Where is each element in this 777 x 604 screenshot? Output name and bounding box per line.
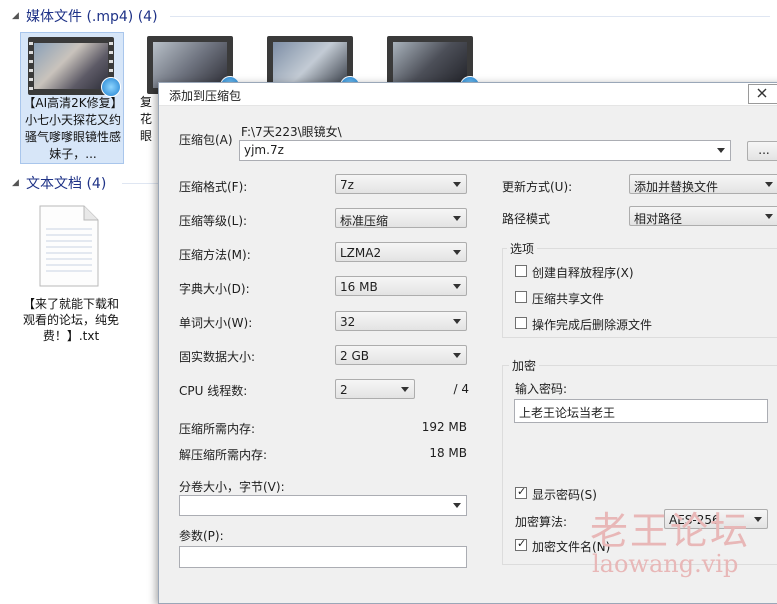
path-mode-value: 相对路径 bbox=[634, 212, 683, 226]
password-value: 上老王论坛当老王 bbox=[519, 406, 616, 420]
word-value: 32 bbox=[340, 315, 356, 329]
mem-decompress-label: 解压缩所需内存: bbox=[179, 448, 268, 462]
encrypt-names-checkbox[interactable] bbox=[515, 537, 527, 551]
chevron-down-icon bbox=[453, 353, 461, 358]
close-icon bbox=[757, 88, 767, 98]
password-label: 输入密码: bbox=[515, 382, 568, 396]
word-label: 单词大小(W): bbox=[179, 316, 253, 330]
dict-label: 字典大小(D): bbox=[179, 282, 250, 296]
sfx-label: 创建自释放程序(X) bbox=[532, 266, 634, 280]
show-password-label: 显示密码(S) bbox=[532, 488, 597, 502]
shared-checkbox[interactable] bbox=[515, 291, 527, 303]
show-password-checkbox[interactable] bbox=[515, 485, 527, 499]
close-button[interactable] bbox=[748, 84, 777, 104]
mem-compress-label: 压缩所需内存: bbox=[179, 422, 256, 436]
docs-group-title: 文本文档 (4) bbox=[26, 176, 107, 192]
cpu-label: CPU 线程数: bbox=[179, 384, 248, 398]
archive-name-value: yjm.7z bbox=[244, 143, 284, 157]
chevron-down-icon bbox=[453, 182, 461, 187]
update-mode-select[interactable]: 添加并替换文件 bbox=[629, 174, 777, 194]
dialog-titlebar[interactable]: 添加到压缩包 bbox=[159, 83, 777, 106]
format-value: 7z bbox=[340, 178, 354, 192]
media-player-icon bbox=[101, 77, 121, 97]
archive-name-combo[interactable]: yjm.7z bbox=[239, 140, 731, 161]
mem-decompress-value: 18 MB bbox=[429, 446, 467, 460]
collapse-arrow-icon[interactable]: ◢ bbox=[12, 11, 26, 21]
chevron-down-icon bbox=[401, 387, 409, 392]
archive-label: 压缩包(A) bbox=[179, 133, 233, 147]
format-label: 压缩格式(F): bbox=[179, 180, 248, 194]
video-thumbnail[interactable]: 【AI高清2K修复】小七小天探花又约骚气嗲嗲眼镜性感妹子，... bbox=[20, 32, 124, 164]
video-filename: 【AI高清2K修复】小七小天探花又约骚气嗲嗲眼镜性感妹子，... bbox=[23, 96, 123, 161]
chevron-down-icon bbox=[717, 148, 725, 153]
browse-button[interactable]: ... bbox=[747, 141, 777, 161]
options-title: 选项 bbox=[507, 240, 538, 257]
watermark-url: laowang.vip bbox=[592, 550, 739, 578]
delete-after-checkbox[interactable] bbox=[515, 317, 527, 329]
method-select[interactable]: LZMA2 bbox=[335, 242, 467, 262]
docs-group-header[interactable]: ◢ 文本文档 (4) bbox=[12, 173, 106, 193]
video-filename: 复花眼 bbox=[140, 95, 153, 143]
chevron-down-icon bbox=[453, 503, 461, 508]
format-select[interactable]: 7z bbox=[335, 174, 467, 194]
watermark-text: 老王论坛 bbox=[590, 509, 751, 553]
dialog-title: 添加到压缩包 bbox=[169, 89, 242, 103]
solid-select[interactable]: 2 GB bbox=[335, 345, 467, 365]
split-label: 分卷大小，字节(V): bbox=[179, 480, 285, 494]
cpu-total: / 4 bbox=[453, 382, 470, 396]
password-input[interactable]: 上老王论坛当老王 bbox=[514, 399, 768, 423]
group-divider bbox=[170, 16, 770, 17]
level-value: 标准压缩 bbox=[340, 214, 389, 228]
media-group-title: 媒体文件 (.mp4) (4) bbox=[26, 9, 158, 25]
update-mode-value: 添加并替换文件 bbox=[634, 180, 719, 194]
path-mode-select[interactable]: 相对路径 bbox=[629, 206, 777, 226]
word-select[interactable]: 32 bbox=[335, 311, 467, 331]
solid-value: 2 GB bbox=[340, 349, 369, 363]
chevron-down-icon bbox=[453, 250, 461, 255]
chevron-down-icon bbox=[453, 216, 461, 221]
level-label: 压缩等级(L): bbox=[179, 214, 248, 228]
level-select[interactable]: 标准压缩 bbox=[335, 208, 467, 228]
algo-label: 加密算法: bbox=[515, 515, 568, 529]
delete-after-label: 操作完成后删除源文件 bbox=[532, 318, 653, 332]
solid-label: 固实数据大小: bbox=[179, 350, 256, 364]
chevron-down-icon bbox=[765, 182, 773, 187]
method-value: LZMA2 bbox=[340, 246, 382, 260]
archive-path: F:\7天223\眼镜女\ bbox=[241, 125, 342, 139]
cpu-value: 2 bbox=[340, 383, 348, 397]
update-label: 更新方式(U): bbox=[502, 180, 573, 194]
chevron-down-icon bbox=[754, 517, 762, 522]
media-group-header[interactable]: ◢ 媒体文件 (.mp4) (4) bbox=[12, 6, 158, 26]
encryption-title: 加密 bbox=[509, 357, 540, 374]
split-size-combo[interactable] bbox=[179, 495, 467, 516]
params-label: 参数(P): bbox=[179, 529, 224, 543]
mem-compress-value: 192 MB bbox=[421, 420, 467, 434]
text-filename: 【来了就能下载和观看的论坛，纯免费！】.txt bbox=[22, 297, 119, 343]
chevron-down-icon bbox=[453, 319, 461, 324]
method-label: 压缩方法(M): bbox=[179, 248, 251, 262]
params-input[interactable] bbox=[179, 546, 467, 568]
chevron-down-icon bbox=[765, 214, 773, 219]
chevron-down-icon bbox=[453, 284, 461, 289]
dict-value: 16 MB bbox=[340, 280, 378, 294]
group-divider bbox=[122, 183, 162, 184]
cpu-select[interactable]: 2 bbox=[335, 379, 415, 399]
shared-label: 压缩共享文件 bbox=[532, 292, 605, 306]
sfx-checkbox[interactable] bbox=[515, 265, 527, 277]
collapse-arrow-icon[interactable]: ◢ bbox=[12, 178, 26, 188]
text-file-icon[interactable] bbox=[38, 205, 100, 287]
path-mode-label: 路径模式 bbox=[502, 212, 551, 226]
dict-select[interactable]: 16 MB bbox=[335, 276, 467, 296]
